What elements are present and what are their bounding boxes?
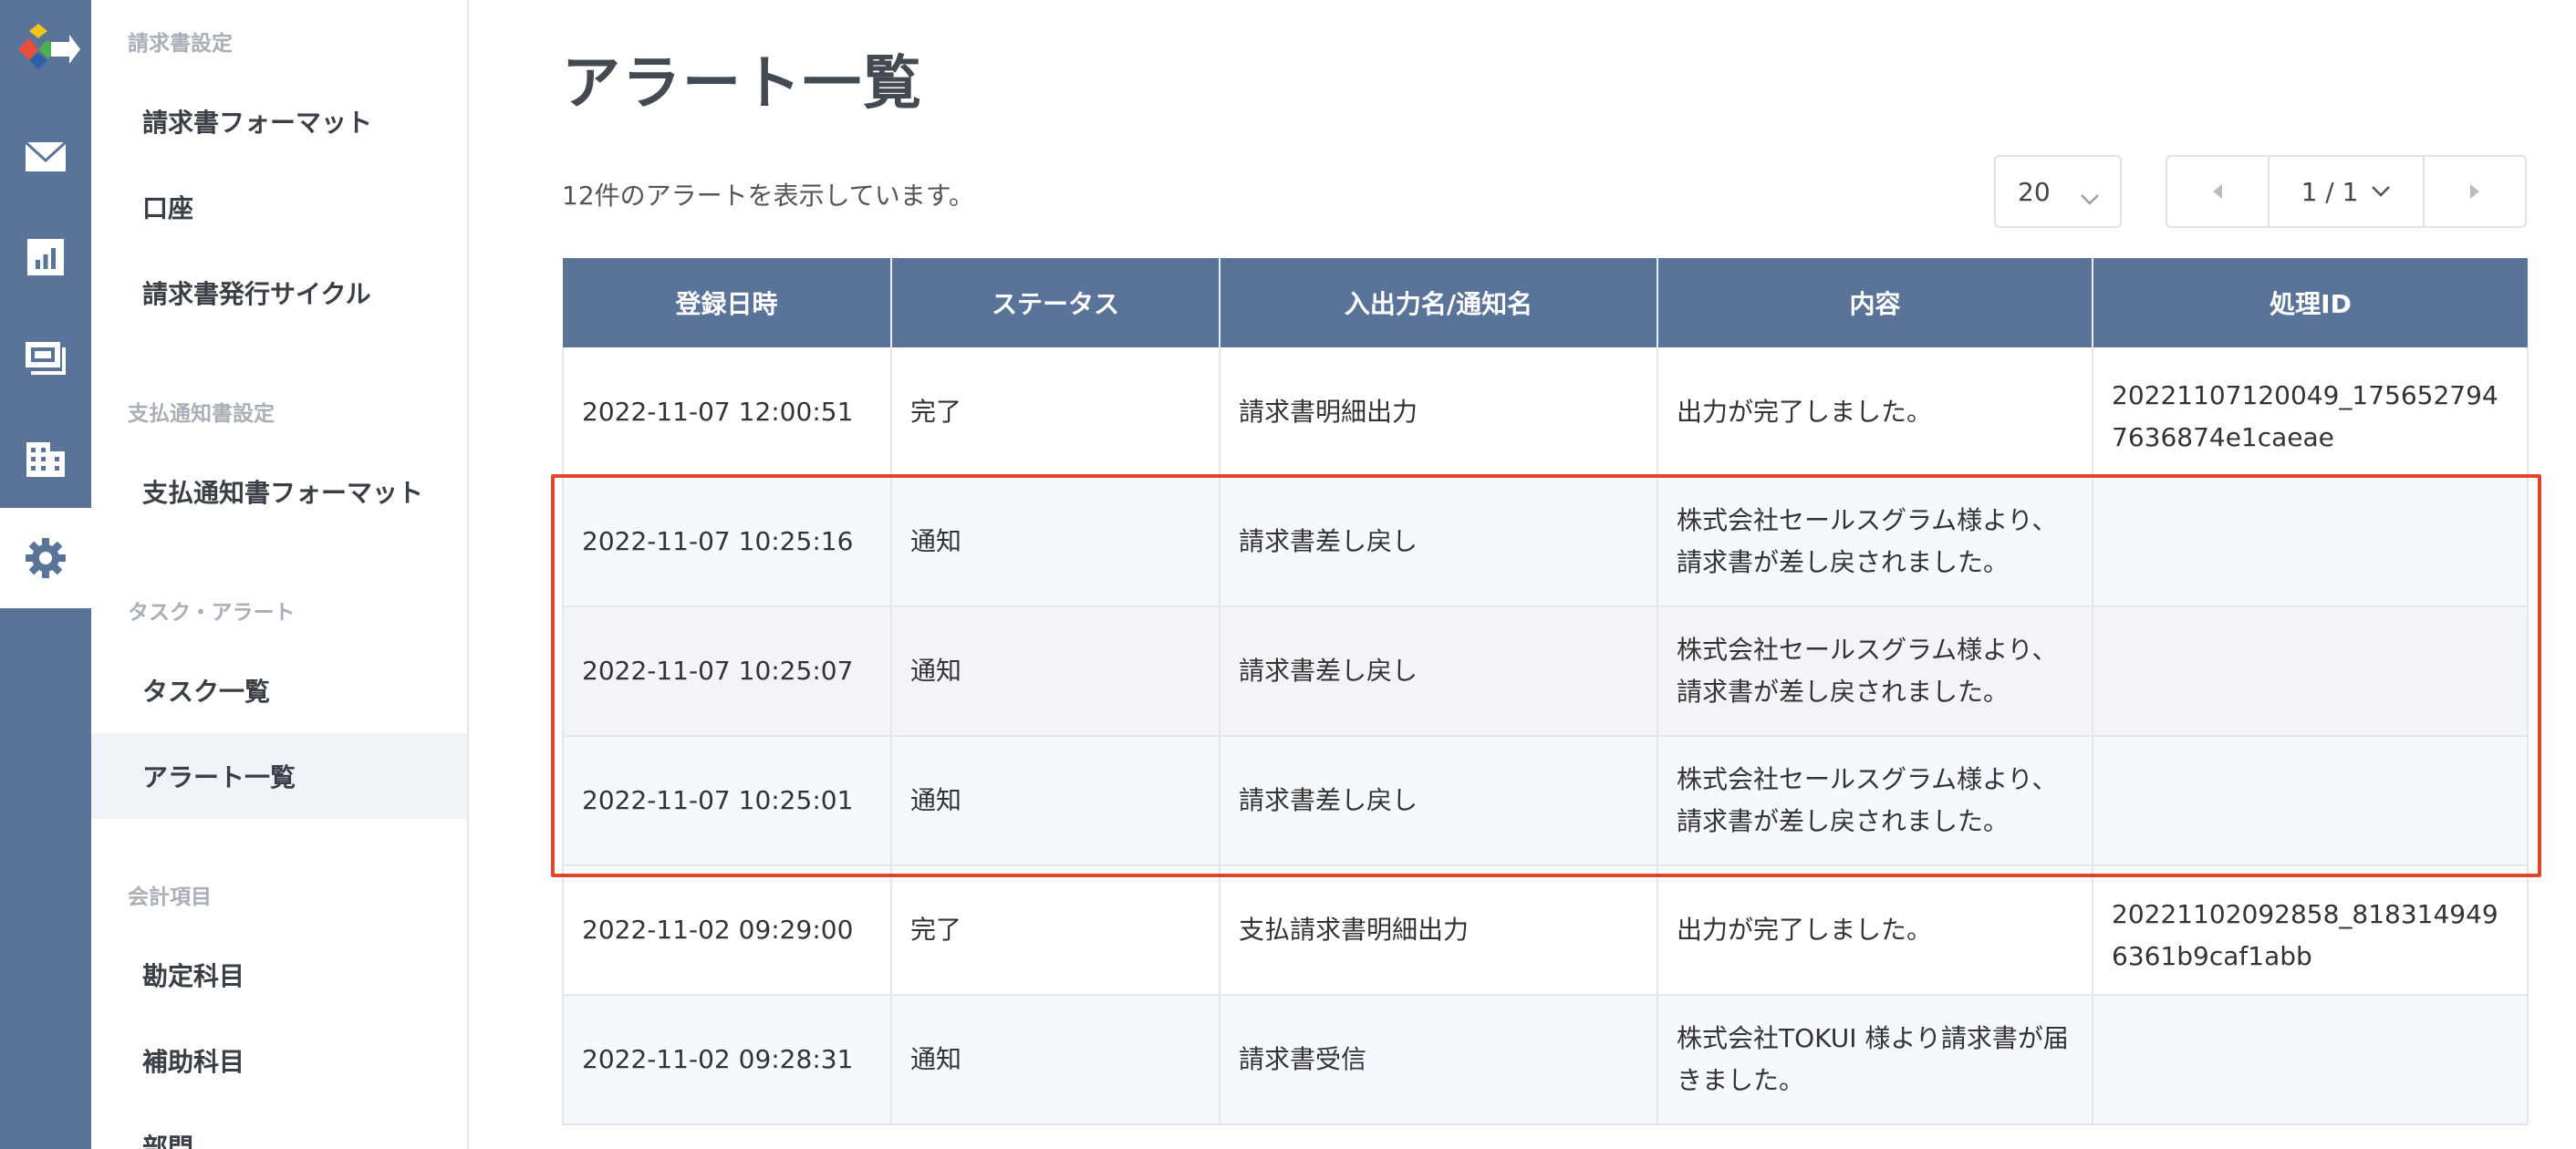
cell-name: 請求書差し戻し [1220,606,1658,737]
cell-registered-at: 2022-11-07 10:25:01 [562,736,892,866]
cell-status: 完了 [891,865,1220,996]
per-page-value: 20 [2018,176,2051,207]
next-page-button[interactable] [2425,157,2525,226]
per-page-select[interactable]: 20 [1994,155,2122,228]
table-header-row: 登録日時 ステータス 入出力名/通知名 内容 処理ID [563,258,2528,347]
table-row[interactable]: 2022-11-02 09:29:00 完了 支払請求書明細出力 出力が完了しま… [562,865,2529,996]
caret-right-icon [2470,184,2479,199]
gear-icon[interactable] [0,508,91,608]
sidebar-item-invoice-format[interactable]: 請求書フォーマット [91,78,467,164]
cell-registered-at: 2022-11-02 09:29:00 [562,865,892,996]
sidebar-item-account[interactable]: 口座 [91,164,467,250]
sidebar-item-sub-account[interactable]: 補助科目 [91,1018,467,1103]
sidebar-item-payment-notice-format[interactable]: 支払通知書フォーマット [91,449,467,534]
cell-content: 株式会社セールスグラム様より、請求書が差し戻されました。 [1657,736,2093,866]
col-header-status[interactable]: ステータス [891,258,1220,347]
cell-process-id: 20221107120049_1756527947636874e1caeae [2093,347,2529,478]
settings-sidebar: 請求書設定 請求書フォーマット 口座 請求書発行サイクル 支払通知書設定 支払通… [91,0,469,1149]
pagination: 1 / 1 [2166,155,2527,228]
cell-status: 通知 [891,606,1220,737]
chevron-down-icon [2080,182,2100,212]
col-header-name[interactable]: 入出力名/通知名 [1220,258,1658,347]
cell-status: 通知 [891,477,1220,607]
cell-status: 通知 [891,736,1220,866]
icon-rail [0,0,91,1149]
cell-registered-at: 2022-11-07 12:00:51 [562,347,892,478]
building-icon[interactable] [0,408,91,508]
table-row[interactable]: 2022-11-07 10:25:07 通知 請求書差し戻し 株式会社セールスグ… [562,606,2529,737]
cell-process-id [2093,606,2529,737]
section-payment-notice-settings: 支払通知書設定 [128,402,275,426]
col-header-content[interactable]: 内容 [1657,258,2093,347]
cell-registered-at: 2022-11-07 10:25:07 [562,606,892,737]
section-accounting-items: 会計項目 [128,885,212,909]
col-header-process-id[interactable]: 処理ID [2093,258,2528,347]
table-row[interactable]: 2022-11-07 10:25:01 通知 請求書差し戻し 株式会社セールスグ… [562,736,2529,866]
cell-name: 請求書差し戻し [1220,477,1658,607]
cell-content: 株式会社TOKUI 様より請求書が届きました。 [1657,995,2093,1125]
cell-content: 出力が完了しました。 [1657,347,2093,478]
cell-status: 通知 [891,995,1220,1125]
chevron-down-icon [2372,186,2391,197]
col-header-registered-at[interactable]: 登録日時 [563,258,892,347]
cell-content: 株式会社セールスグラム様より、請求書が差し戻されました。 [1657,477,2093,607]
page-title: アラート一覧 [562,50,923,118]
sidebar-item-department[interactable]: 部門 [91,1103,467,1149]
sidebar-item-invoice-cycle[interactable]: 請求書発行サイクル [91,250,467,336]
cell-name: 請求書明細出力 [1220,347,1658,478]
table-row[interactable]: 2022-11-02 09:28:31 通知 請求書受信 株式会社TOKUI 様… [562,995,2529,1125]
cell-name: 請求書受信 [1220,995,1658,1125]
cell-process-id [2093,477,2529,607]
invoice-icon[interactable] [0,307,91,408]
logo-icon[interactable] [11,22,80,80]
cell-name: 支払請求書明細出力 [1220,865,1658,996]
cell-process-id [2093,995,2529,1125]
alert-table: 登録日時 ステータス 入出力名/通知名 内容 処理ID 2022-11-07 1… [562,258,2529,1125]
cell-registered-at: 2022-11-07 10:25:16 [562,477,892,607]
cell-process-id [2093,736,2529,866]
prev-page-button[interactable] [2167,157,2268,226]
sidebar-item-alert-list[interactable]: アラート一覧 [91,733,467,819]
cell-content: 出力が完了しました。 [1657,865,2093,996]
sidebar-item-account-title[interactable]: 勘定科目 [91,932,467,1018]
main-content: アラート一覧 12件のアラートを表示しています。 20 1 / 1 登録日時 ス… [469,0,2576,1149]
cell-registered-at: 2022-11-02 09:28:31 [562,995,892,1125]
sidebar-item-task-list[interactable]: タスク一覧 [91,647,467,733]
cell-process-id: 20221102092858_8183149496361b9caf1abb [2093,865,2529,996]
cell-name: 請求書差し戻し [1220,736,1658,866]
section-task-alert: タスク・アラート [128,601,296,625]
mail-icon[interactable] [0,107,91,207]
caret-left-icon [2213,184,2222,199]
section-invoice-settings: 請求書設定 [128,32,233,56]
chart-icon[interactable] [0,207,91,307]
table-row[interactable]: 2022-11-07 10:25:16 通知 請求書差し戻し 株式会社セールスグ… [562,477,2529,607]
cell-status: 完了 [891,347,1220,478]
page-select[interactable]: 1 / 1 [2268,157,2425,226]
table-row[interactable]: 2022-11-07 12:00:51 完了 請求書明細出力 出力が完了しました… [562,347,2529,478]
result-count: 12件のアラートを表示しています。 [562,181,974,211]
page-label: 1 / 1 [2301,176,2359,207]
cell-content: 株式会社セールスグラム様より、請求書が差し戻されました。 [1657,606,2093,737]
